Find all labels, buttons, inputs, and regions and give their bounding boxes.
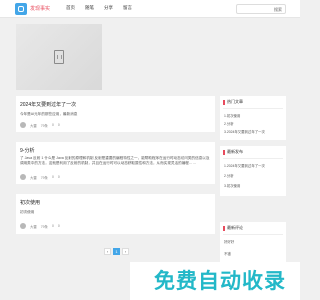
nav-item-home[interactable]: 首页 (66, 5, 75, 11)
nav-item-share[interactable]: 分享 (104, 5, 113, 11)
sidebar-title: 最新评论 (227, 225, 243, 230)
post-likes: 0 (51, 123, 54, 127)
post-views: 79条 (40, 175, 48, 180)
next-page-button[interactable]: › (122, 248, 129, 255)
search-input[interactable]: 搜索 (236, 4, 286, 14)
post-card: 2024年又要到过年了一次 今年是AI元年的那些应用，最新消息 大雷 79条 0… (16, 96, 215, 132)
post-views: 79条 (40, 123, 48, 128)
site-name[interactable]: 发现事实 (30, 5, 50, 12)
post-card: 初次使用 初次使用 大雷 79条 0 0 (16, 194, 215, 234)
sidebar-link[interactable]: 3.2024年又要到过年了一次 (224, 129, 265, 134)
avatar (20, 223, 26, 229)
sidebar-title: 热门文章 (227, 99, 243, 104)
sidebar-heading: 最新评论 (223, 225, 243, 231)
comment-item[interactable]: 好好好 (224, 239, 234, 244)
top-navbar: 发现事实 首页 随笔 分享 留言 搜索 (0, 0, 300, 18)
hourglass-icon (54, 50, 64, 64)
post-meta: 大雷 79条 0 0 (20, 174, 60, 180)
sidebar-title: 最新发布 (227, 149, 243, 154)
post-meta: 大雷 79条 0 0 (20, 223, 60, 229)
divider (223, 234, 283, 235)
post-comments: 0 (57, 175, 60, 179)
sidebar-link[interactable]: 1.2024年又要到过年了一次 (224, 163, 265, 168)
comment-item[interactable]: 不错 (224, 251, 231, 256)
post-excerpt: 今年是AI元年的那些应用，最新消息 (20, 112, 78, 116)
post-likes: 0 (51, 224, 54, 228)
post-card: 9-分析 了 Java 反射 1 什么是 Java 反射的原理和机制 反射是重要… (16, 142, 215, 184)
prev-page-button[interactable]: ‹ (104, 248, 111, 255)
sidebar-heading: 热门文章 (223, 99, 243, 105)
sidebar-link[interactable]: 1.初次使用 (224, 113, 240, 118)
post-title[interactable]: 2024年又要到过年了一次 (20, 101, 76, 108)
flag-icon (223, 149, 225, 155)
search-button[interactable]: 搜索 (274, 7, 282, 13)
site-logo-icon[interactable] (15, 3, 27, 15)
post-comments: 0 (57, 123, 60, 127)
post-views: 79条 (40, 224, 48, 229)
avatar (20, 122, 26, 128)
post-author[interactable]: 大雷 (30, 123, 37, 128)
nav-item-guestbook[interactable]: 留言 (123, 5, 132, 11)
post-likes: 0 (51, 175, 54, 179)
flag-icon (223, 225, 225, 231)
nav-item-essays[interactable]: 随笔 (85, 5, 94, 11)
pagination: ‹ 1 › (104, 248, 129, 255)
post-author[interactable]: 大雷 (30, 175, 37, 180)
post-title[interactable]: 9-分析 (20, 147, 34, 154)
post-author[interactable]: 大雷 (30, 224, 37, 229)
sidebar-link[interactable]: 2.分析 (224, 121, 234, 126)
sidebar-latest-posts: 最新发布 1.2024年又要到过年了一次 2.分析 3.初次使用 (220, 146, 286, 196)
sidebar-heading: 最新发布 (223, 149, 243, 155)
sidebar-link[interactable]: 2.分析 (224, 173, 234, 178)
featured-banner-image[interactable] (16, 24, 102, 90)
promo-overlay-text[interactable]: 免费自动收录 (154, 265, 286, 295)
post-meta: 大雷 79条 0 0 (20, 122, 60, 128)
post-comments: 0 (57, 224, 60, 228)
divider (223, 158, 283, 159)
page-button-current[interactable]: 1 (113, 248, 120, 255)
avatar (20, 174, 26, 180)
promo-overlay-banner[interactable]: 免费自动收录 (130, 262, 300, 300)
post-excerpt: 初次使用 (20, 210, 35, 214)
main-nav: 首页 随笔 分享 留言 (66, 5, 132, 11)
sidebar-hot-articles: 热门文章 1.初次使用 2.分析 3.2024年又要到过年了一次 (220, 96, 286, 140)
divider (223, 108, 283, 109)
flag-icon (223, 99, 225, 105)
sidebar-link[interactable]: 3.初次使用 (224, 183, 240, 188)
post-title[interactable]: 初次使用 (20, 199, 40, 206)
sidebar-latest-comments: 最新评论 好好好 不错 (220, 222, 286, 264)
post-excerpt: 了 Java 反射 1 什么是 Java 反射的原理和机制 反射是重要的编程特性… (20, 156, 210, 165)
